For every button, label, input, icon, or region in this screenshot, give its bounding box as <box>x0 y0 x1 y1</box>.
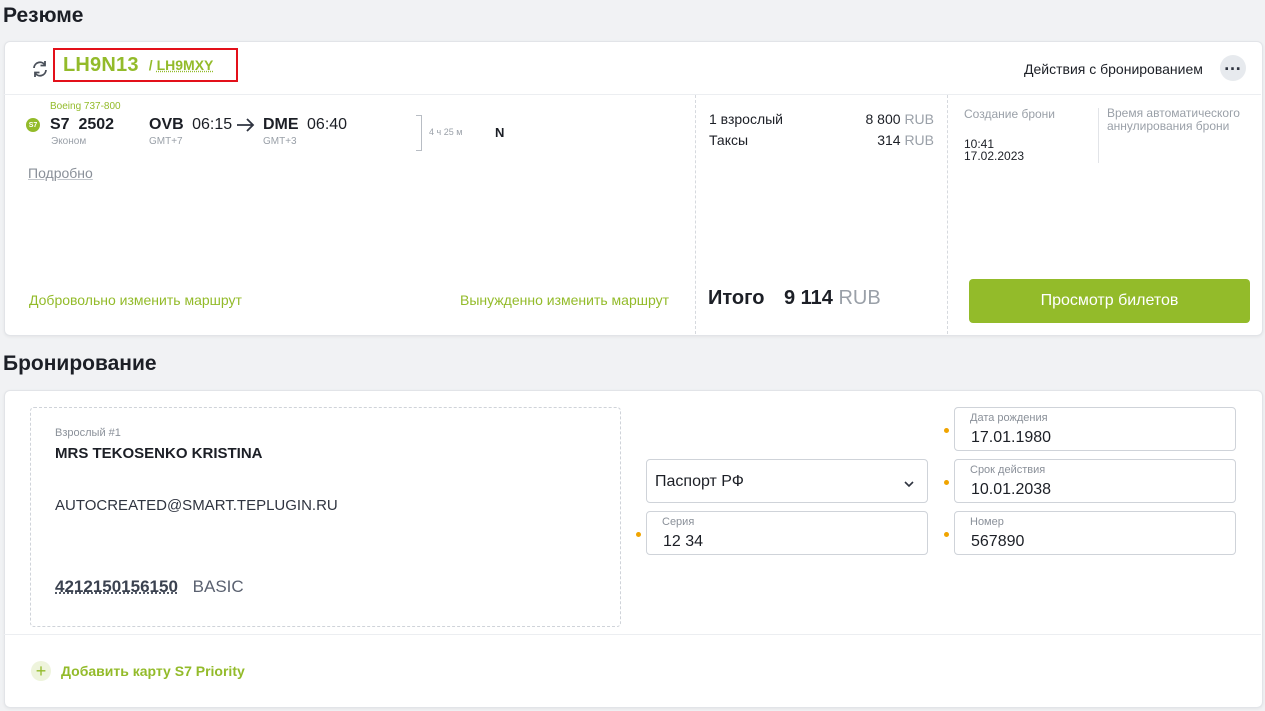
flight-duration: 4 ч 25 м <box>429 127 463 137</box>
arrow-right-icon <box>236 117 256 133</box>
booking-footer-divider <box>4 634 1261 635</box>
forced-change-link[interactable]: Вынужденно изменить маршрут <box>460 292 669 308</box>
loyalty-tier: BASIC <box>192 577 244 596</box>
details-link[interactable]: Подробно <box>28 165 93 181</box>
summary-header-divider <box>4 94 1261 95</box>
auto-cancel-label: Время автоматического аннулирования брон… <box>1107 106 1240 133</box>
taxes-price: 314 RUB <box>820 132 934 148</box>
passport-number-field[interactable]: Номер 567890 <box>954 511 1236 555</box>
arrival-time: 06:40 <box>307 116 348 133</box>
pnr-main[interactable]: LH9N13 <box>63 54 139 77</box>
created-divider <box>1098 108 1099 163</box>
total-amount: 9 114 <box>783 287 833 309</box>
total-label: Итого <box>708 287 765 309</box>
origin-timezone: GMT+7 <box>149 136 183 147</box>
add-priority-card-button[interactable]: + Добавить карту S7 Priority <box>31 661 245 681</box>
birth-date-field[interactable]: Дата рождения 17.01.1980 <box>954 407 1236 451</box>
adult-currency: RUB <box>904 111 934 127</box>
passport-series-value: 12 34 <box>663 533 704 550</box>
cabin-class: Эконом <box>51 136 87 147</box>
passenger-type: Взрослый #1 <box>55 427 121 439</box>
refresh-icon[interactable] <box>30 59 50 79</box>
plus-icon: + <box>31 661 51 681</box>
passenger-name: MRS TEKOSENKO KRISTINA <box>55 445 263 462</box>
destination-timezone: GMT+3 <box>263 136 297 147</box>
expiry-date-label: Срок действия <box>970 464 1046 476</box>
loyalty-info: 4212150156150 BASIC <box>55 577 244 597</box>
fare-class: N <box>495 125 505 140</box>
required-dot <box>944 428 949 433</box>
birth-date-label: Дата рождения <box>970 412 1048 424</box>
passport-number-value: 567890 <box>971 533 1025 550</box>
loyalty-number[interactable]: 4212150156150 <box>55 577 178 596</box>
passport-number-label: Номер <box>970 516 1004 528</box>
required-dot <box>944 532 949 537</box>
passport-series-label: Серия <box>662 516 695 528</box>
summary-divider-1 <box>695 95 696 334</box>
taxes-label: Таксы <box>709 132 749 148</box>
flight-number: S7 2502 <box>50 116 114 134</box>
chevron-down-icon <box>903 476 915 488</box>
document-type-value: Паспорт РФ <box>655 473 744 490</box>
arrival: DME 06:40 <box>263 116 347 134</box>
pnr-separator: / <box>148 57 153 73</box>
destination-code: DME <box>263 116 299 133</box>
duration-bracket <box>416 115 422 151</box>
expiry-date-value: 10.01.2038 <box>971 481 1052 498</box>
origin-code: OVB <box>149 116 184 133</box>
document-type-select[interactable]: Паспорт РФ <box>646 459 928 503</box>
summary-divider-2 <box>947 95 948 334</box>
taxes-currency: RUB <box>904 132 934 148</box>
booking-actions-label[interactable]: Действия с бронированием <box>1024 61 1203 77</box>
add-priority-card-label: Добавить карту S7 Priority <box>61 663 245 679</box>
required-dot <box>636 532 641 537</box>
more-actions-button[interactable]: … <box>1220 53 1246 81</box>
s7-logo-icon: S7 <box>26 118 40 132</box>
carrier-code: S7 <box>50 116 70 133</box>
aircraft-type: Boeing 737-800 <box>50 101 121 112</box>
passenger-email: AUTOCREATED@SMART.TEPLUGIN.RU <box>55 497 338 514</box>
created-date: 17.02.2023 <box>964 149 1025 163</box>
summary-title: Резюме <box>3 4 84 27</box>
departure: OVB 06:15 <box>149 116 232 134</box>
pnr-highlight: LH9N13 / LH9MXY <box>53 48 238 82</box>
more-icon: … <box>1223 53 1243 74</box>
booking-title: Бронирование <box>3 352 157 375</box>
adult-amount: 8 800 <box>865 111 901 127</box>
required-dot <box>944 480 949 485</box>
view-tickets-button[interactable]: Просмотр билетов <box>969 279 1250 323</box>
taxes-amount: 314 <box>877 132 901 148</box>
adult-price: 8 800 RUB <box>820 111 935 127</box>
total-price: Итого 9 114 RUB <box>708 287 881 310</box>
passport-series-field[interactable]: Серия 12 34 <box>646 511 928 555</box>
total-currency: RUB <box>838 287 881 309</box>
birth-date-value: 17.01.1980 <box>971 429 1052 446</box>
pnr-secondary-link[interactable]: LH9MXY <box>157 57 214 73</box>
adult-label: 1 взрослый <box>709 111 783 127</box>
created-label: Создание брони <box>964 107 1056 121</box>
expiry-date-field[interactable]: Срок действия 10.01.2038 <box>954 459 1236 503</box>
voluntary-change-link[interactable]: Добровольно изменить маршрут <box>29 292 242 308</box>
departure-time: 06:15 <box>192 116 233 133</box>
created-datetime: 10:41 17.02.2023 <box>964 138 1024 162</box>
flight-number-value: 2502 <box>78 116 115 133</box>
